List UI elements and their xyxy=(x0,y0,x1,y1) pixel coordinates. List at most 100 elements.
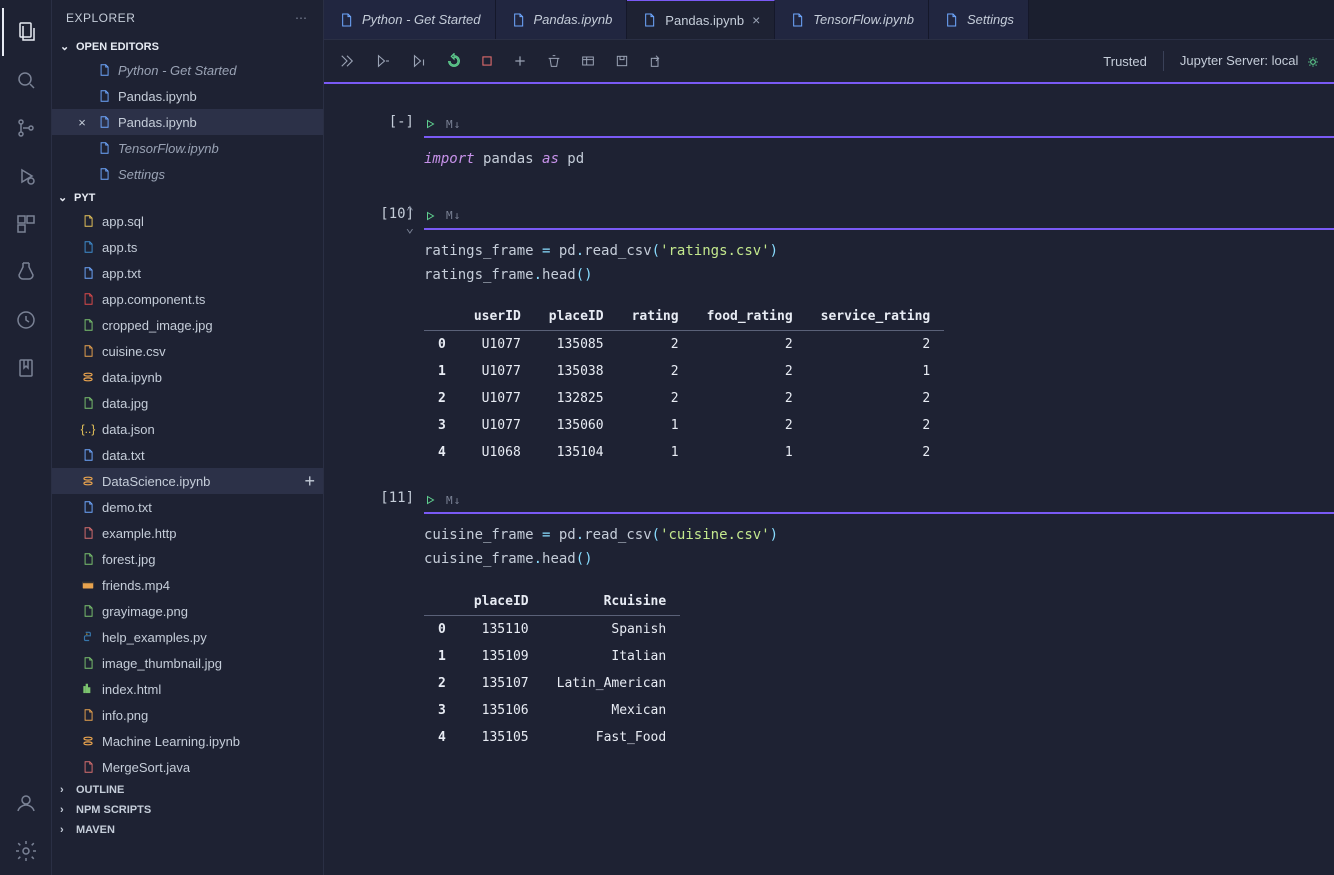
chevron-down-icon[interactable]: ⌄ xyxy=(406,220,414,236)
cell-code[interactable]: cuisine_frame = pd.read_csv('cuisine.csv… xyxy=(424,514,1334,582)
file-item[interactable]: {..}data.json xyxy=(52,416,323,442)
open-editor-item[interactable]: Python - Get Started xyxy=(52,57,323,83)
file-icon xyxy=(80,525,96,541)
add-cell-icon[interactable] xyxy=(512,53,528,69)
file-item[interactable]: friends.mp4 xyxy=(52,572,323,598)
notebook-cell[interactable]: [11]M↓cuisine_frame = pd.read_csv('cuisi… xyxy=(324,490,1334,751)
trusted-status[interactable]: Trusted xyxy=(1103,54,1147,69)
open-editor-item[interactable]: Settings xyxy=(52,161,323,187)
restart-icon[interactable] xyxy=(446,53,462,69)
editor-tab[interactable]: Settings xyxy=(929,0,1029,39)
file-item[interactable]: app.ts xyxy=(52,234,323,260)
explorer-sidebar: EXPLORER ⋯ ⌄ OPEN EDITORS Python - Get S… xyxy=(52,0,324,875)
file-item[interactable]: grayimage.png xyxy=(52,598,323,624)
run-cell-icon[interactable] xyxy=(424,118,436,130)
cell-code[interactable]: ratings_frame = pd.read_csv('ratings.csv… xyxy=(424,230,1334,298)
run-all-icon[interactable] xyxy=(338,52,356,70)
section-header-npm-scripts[interactable]: ›NPM SCRIPTS xyxy=(52,800,323,820)
run-debug-icon[interactable] xyxy=(2,152,50,200)
save-icon[interactable] xyxy=(614,53,630,69)
file-item[interactable]: data.ipynb xyxy=(52,364,323,390)
tab-label: Python - Get Started xyxy=(362,12,481,27)
df-row: 1U1077135038221 xyxy=(424,358,944,385)
file-item[interactable]: cuisine.csv xyxy=(52,338,323,364)
file-icon xyxy=(80,447,96,463)
run-cell-icon[interactable] xyxy=(424,494,436,506)
df-cell: 135085 xyxy=(535,331,618,359)
sidebar-more-icon[interactable]: ⋯ xyxy=(295,11,309,25)
tab-label: Settings xyxy=(967,12,1014,27)
file-item[interactable]: DataScience.ipynb + xyxy=(52,468,323,494)
run-above-icon[interactable] xyxy=(374,52,392,70)
file-item[interactable]: demo.txt xyxy=(52,494,323,520)
open-editor-item[interactable]: TensorFlow.ipynb xyxy=(52,135,323,161)
fold-arrows[interactable]: ⌃⌄ xyxy=(406,204,414,236)
file-item[interactable]: data.jpg xyxy=(52,390,323,416)
close-icon[interactable]: × xyxy=(752,12,760,28)
file-icon xyxy=(789,12,805,28)
chevron-up-icon[interactable]: ⌃ xyxy=(406,204,414,220)
editor-tab[interactable]: Pandas.ipynb× xyxy=(627,0,775,39)
open-editors-header[interactable]: ⌄ OPEN EDITORS xyxy=(52,36,323,57)
extensions-icon[interactable] xyxy=(2,200,50,248)
close-icon[interactable]: × xyxy=(74,115,90,130)
file-item[interactable]: index.html xyxy=(52,676,323,702)
file-item[interactable]: example.http xyxy=(52,520,323,546)
explorer-icon[interactable] xyxy=(2,8,50,56)
section-header-maven[interactable]: ›MAVEN xyxy=(52,820,323,840)
cell-body: M↓ratings_frame = pd.read_csv('ratings.c… xyxy=(424,206,1334,467)
jupyter-icon xyxy=(80,473,96,489)
run-cell-icon[interactable] xyxy=(424,210,436,222)
section-header-outline[interactable]: ›OUTLINE xyxy=(52,780,323,800)
file-icon xyxy=(80,551,96,567)
export-icon[interactable] xyxy=(648,53,664,69)
file-icon xyxy=(338,12,354,28)
file-label: DataScience.ipynb xyxy=(102,474,210,489)
cell-code[interactable]: import pandas as pd xyxy=(424,138,1334,182)
file-item[interactable]: info.png xyxy=(52,702,323,728)
file-item[interactable]: image_thumbnail.jpg xyxy=(52,650,323,676)
account-icon[interactable] xyxy=(2,779,50,827)
file-item[interactable]: help_examples.py xyxy=(52,624,323,650)
file-item[interactable]: forest.jpg xyxy=(52,546,323,572)
file-item[interactable]: Machine Learning.ipynb xyxy=(52,728,323,754)
file-label: data.jpg xyxy=(102,396,148,411)
variables-icon[interactable] xyxy=(580,53,596,69)
source-control-icon[interactable] xyxy=(2,104,50,152)
file-icon xyxy=(96,140,112,156)
df-cell: 132825 xyxy=(535,385,618,412)
notebook-cell[interactable]: [-]M↓import pandas as pd xyxy=(324,114,1334,182)
editor-tab[interactable]: Python - Get Started xyxy=(324,0,496,39)
clear-outputs-icon[interactable] xyxy=(546,53,562,69)
editor-tab[interactable]: Pandas.ipynb xyxy=(496,0,628,39)
settings-icon[interactable] xyxy=(2,827,50,875)
interrupt-icon[interactable] xyxy=(480,54,494,68)
df-cell: 135104 xyxy=(535,439,618,466)
file-item[interactable]: app.txt xyxy=(52,260,323,286)
open-editor-item[interactable]: Pandas.ipynb xyxy=(52,83,323,109)
file-item[interactable]: cropped_image.jpg xyxy=(52,312,323,338)
markdown-indicator: M↓ xyxy=(446,118,461,131)
notebook-content[interactable]: [-]M↓import pandas as pd⌃⌄[10]M↓ratings_… xyxy=(324,84,1334,875)
search-icon[interactable] xyxy=(2,56,50,104)
folder-label: PYT xyxy=(74,192,95,204)
bookmark-icon[interactable] xyxy=(2,344,50,392)
file-item[interactable]: data.txt xyxy=(52,442,323,468)
history-icon[interactable] xyxy=(2,296,50,344)
df-cell: 1 xyxy=(807,358,945,385)
folder-header[interactable]: ⌄ PYT xyxy=(52,187,323,208)
run-below-icon[interactable] xyxy=(410,52,428,70)
jupyter-server-status[interactable]: Jupyter Server: local xyxy=(1180,53,1320,69)
editor-tab[interactable]: TensorFlow.ipynb xyxy=(775,0,929,39)
add-icon[interactable]: + xyxy=(304,471,315,492)
file-icon xyxy=(80,603,96,619)
df-cell: Fast_Food xyxy=(543,724,681,751)
file-label: data.txt xyxy=(102,448,145,463)
df-index: 3 xyxy=(424,697,460,724)
file-item[interactable]: app.component.ts xyxy=(52,286,323,312)
testing-icon[interactable] xyxy=(2,248,50,296)
notebook-cell[interactable]: ⌃⌄[10]M↓ratings_frame = pd.read_csv('rat… xyxy=(324,206,1334,467)
file-item[interactable]: app.sql xyxy=(52,208,323,234)
file-item[interactable]: MergeSort.java xyxy=(52,754,323,780)
open-editor-item[interactable]: ×Pandas.ipynb xyxy=(52,109,323,135)
